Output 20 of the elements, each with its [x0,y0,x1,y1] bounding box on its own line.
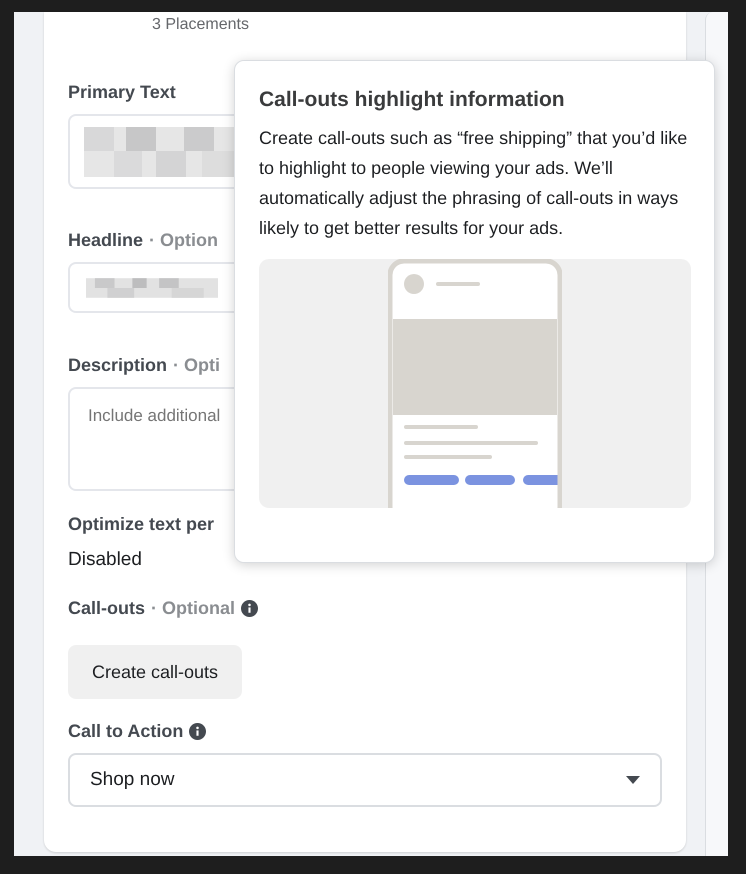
primary-text-field[interactable] [68,114,234,189]
field-label: Description [68,354,168,376]
call-to-action-dropdown[interactable]: Shop now [68,753,662,807]
optional-tag: · Option [149,229,218,251]
optional-tag: · Opti [173,354,220,376]
placements-count: 3 Placements [151,15,250,35]
field-label: Optimize text per [68,513,214,535]
tooltip-body: Create call-outs such as “free shipping” that you’d like to highlight to people viewing your ads. We’ll automatically adjust the phrasing of call-outs in ways likely to get better results for your ads. [259,127,688,240]
field-label: Call-outs [68,597,146,619]
info-icon[interactable] [241,600,258,616]
headline-field[interactable] [68,262,234,313]
setting-value: Disabled [68,549,143,571]
caret-icon [626,776,640,784]
field-label: Headline [68,229,144,251]
tooltip-title: Call-outs highlight information [259,87,566,113]
info-icon[interactable] [189,722,206,740]
create-callouts-button[interactable]: Create call-outs [68,645,242,699]
field-label: Primary Text [68,81,176,103]
optional-tag: · Optional [151,597,236,619]
field-label: Call to Action [68,720,184,742]
